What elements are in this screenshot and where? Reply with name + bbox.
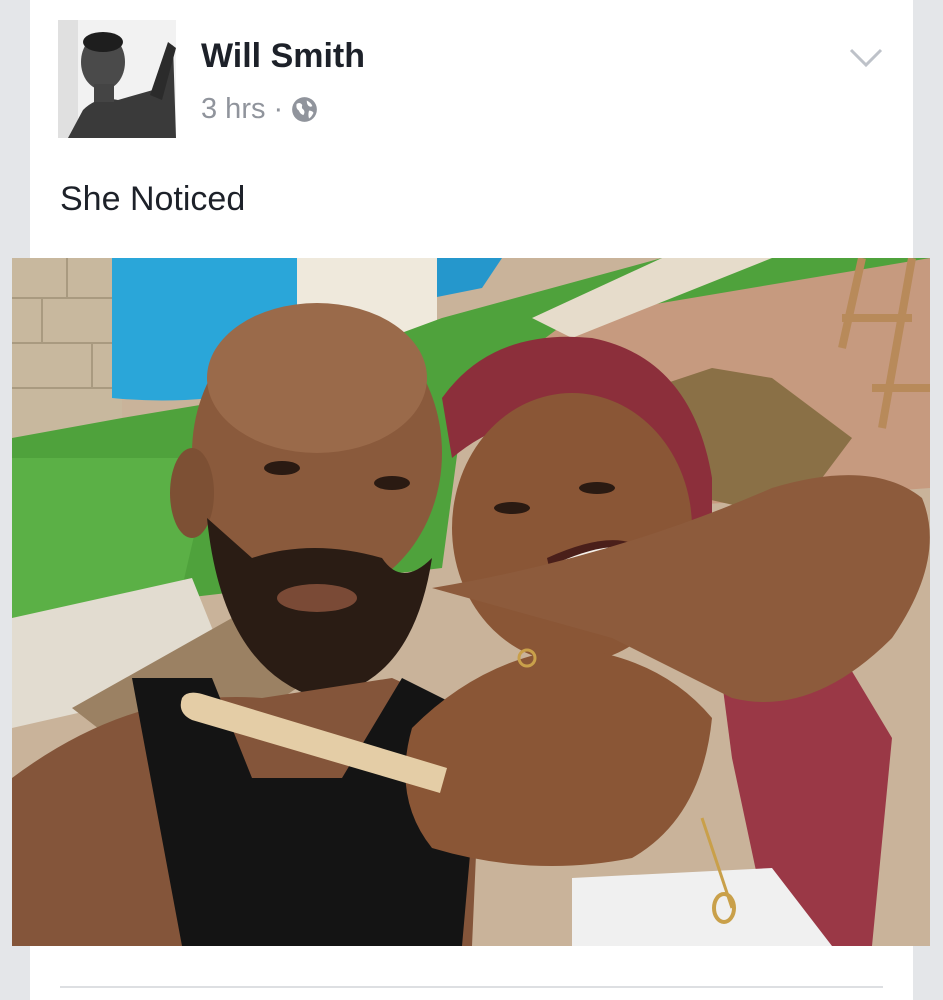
post-meta: 3 hrs · [201, 93, 318, 126]
post-photo[interactable] [12, 258, 930, 946]
post-text: She Noticed [60, 180, 246, 218]
globe-icon [292, 97, 318, 122]
chevron-down-icon[interactable] [848, 45, 884, 71]
author-name[interactable]: Will Smith [201, 37, 365, 76]
post-divider [60, 986, 883, 988]
meta-separator: · [273, 93, 284, 125]
author-avatar[interactable] [58, 20, 176, 138]
post-time[interactable]: 3 hrs [201, 93, 265, 126]
